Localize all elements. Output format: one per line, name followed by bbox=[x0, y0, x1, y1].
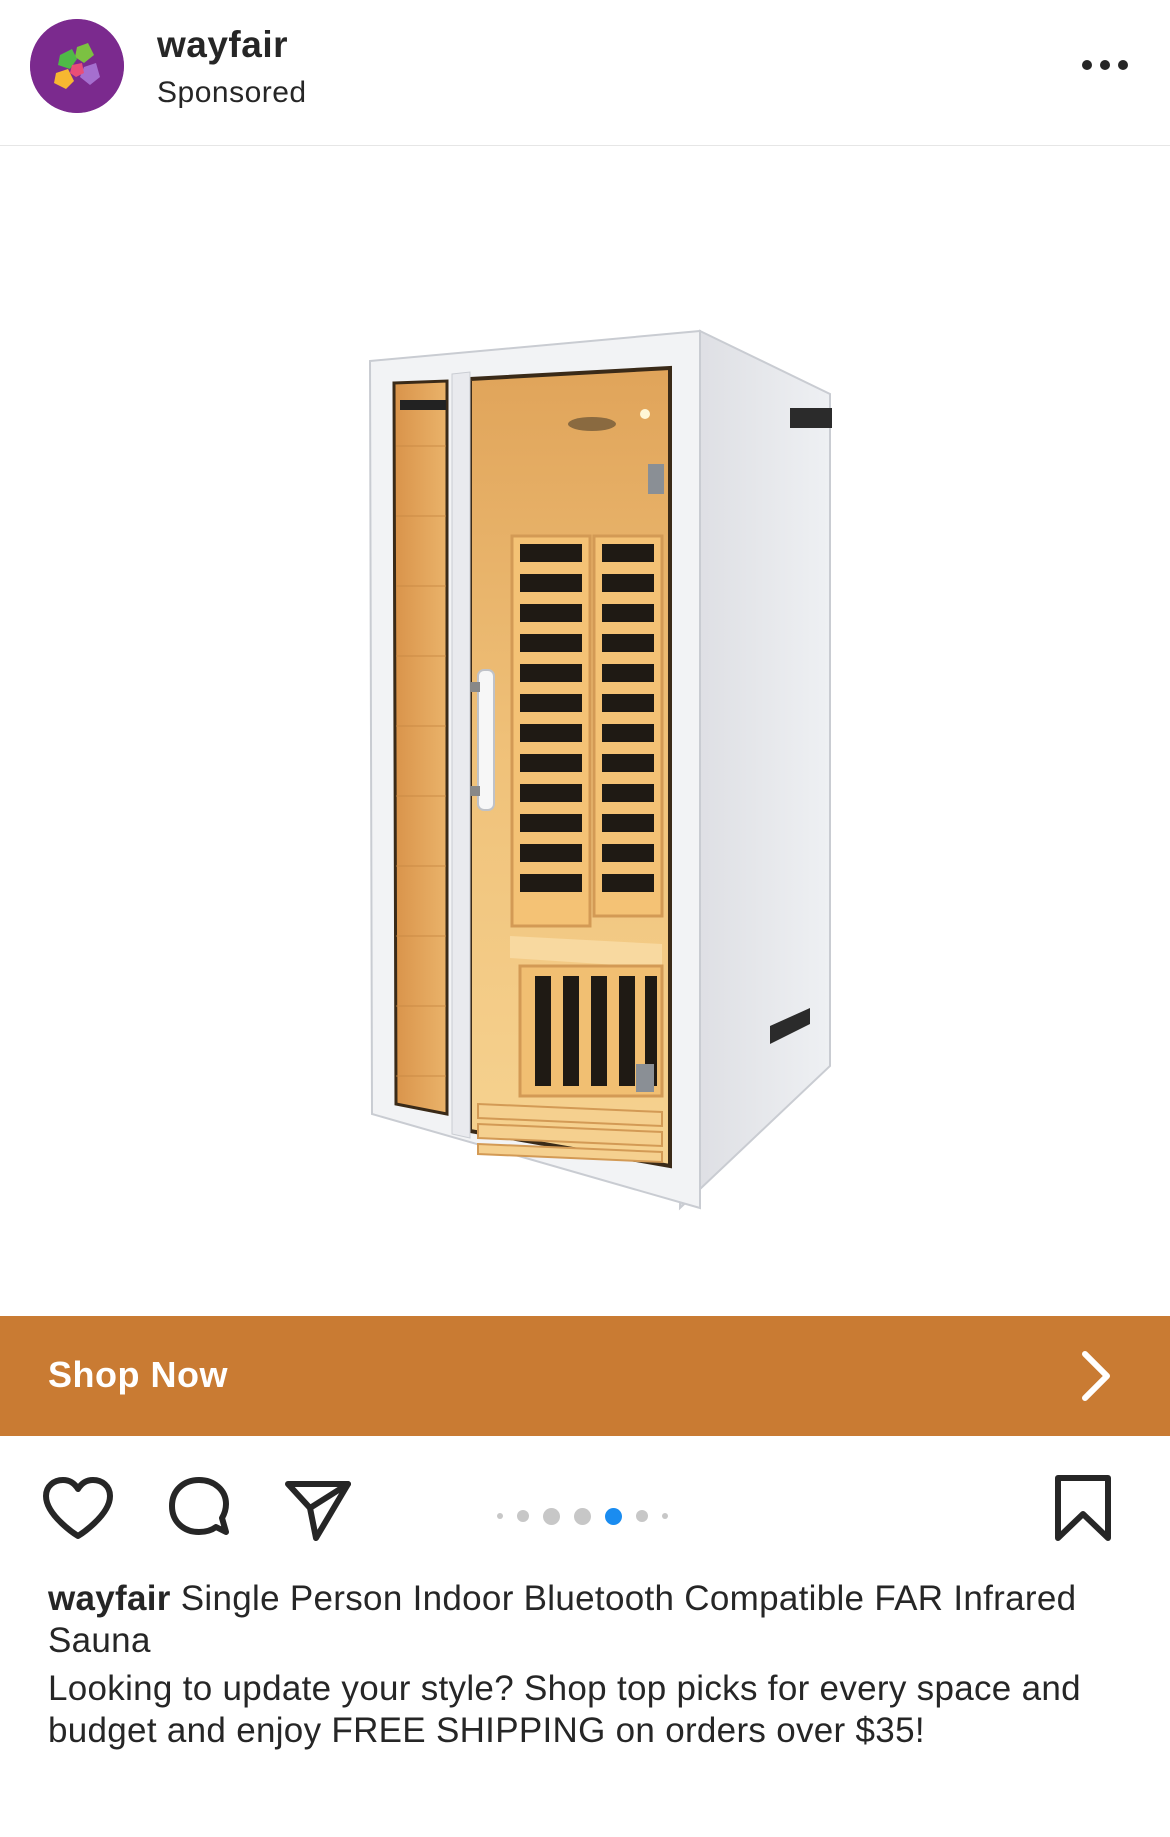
post-username[interactable]: wayfair bbox=[157, 24, 288, 66]
bookmark-icon bbox=[1055, 1475, 1111, 1541]
save-button[interactable] bbox=[1052, 1472, 1114, 1549]
like-button[interactable] bbox=[42, 1476, 114, 1547]
more-options-button[interactable] bbox=[1070, 40, 1140, 90]
chevron-right-icon bbox=[1082, 1351, 1110, 1401]
send-icon bbox=[285, 1481, 351, 1541]
shop-now-label: Shop Now bbox=[48, 1354, 228, 1395]
comment-icon bbox=[169, 1477, 229, 1535]
carousel-dot bbox=[574, 1507, 591, 1525]
shop-now-button[interactable]: Shop Now bbox=[0, 1316, 1170, 1436]
post-actions bbox=[0, 1436, 1170, 1576]
product-photo bbox=[368, 329, 832, 1211]
wayfair-logo-icon bbox=[30, 19, 124, 113]
post-media[interactable] bbox=[0, 146, 1170, 1316]
post-caption: wayfair Single Person Indoor Bluetooth C… bbox=[48, 1578, 1128, 1752]
more-horizontal-icon bbox=[1082, 60, 1128, 70]
carousel-dot bbox=[497, 1513, 503, 1519]
carousel-dot bbox=[662, 1513, 668, 1519]
caption-body: Looking to update your style? Shop top p… bbox=[48, 1669, 1081, 1750]
share-button[interactable] bbox=[282, 1476, 354, 1549]
carousel-dot bbox=[636, 1510, 648, 1522]
caption-username[interactable]: wayfair bbox=[48, 1579, 171, 1618]
carousel-dot bbox=[517, 1510, 529, 1522]
carousel-dot bbox=[543, 1507, 560, 1525]
comment-button[interactable] bbox=[164, 1476, 234, 1549]
caption-title: Single Person Indoor Bluetooth Compatibl… bbox=[48, 1579, 1077, 1660]
carousel-indicator bbox=[490, 1506, 675, 1526]
post-header: wayfair Sponsored bbox=[0, 0, 1170, 146]
carousel-dot-active bbox=[605, 1507, 622, 1525]
avatar[interactable] bbox=[30, 19, 124, 113]
sponsored-label[interactable]: Sponsored bbox=[157, 76, 307, 110]
heart-icon bbox=[43, 1477, 113, 1539]
